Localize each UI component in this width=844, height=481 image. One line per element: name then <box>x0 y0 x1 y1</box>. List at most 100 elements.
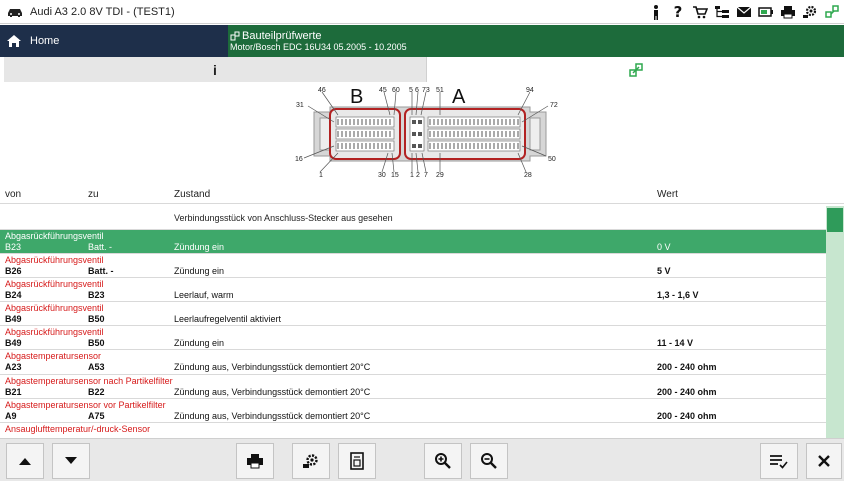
mail-icon[interactable] <box>736 4 752 20</box>
cell-wert: 5 V <box>657 266 671 277</box>
pin-label: 16 <box>295 156 303 163</box>
cell-von: B24 <box>5 290 22 301</box>
table-row[interactable]: Abgasrückführungsventil B49 B50 Leerlauf… <box>0 302 826 327</box>
component-name: Ansauglufttemperatur/-druck-Sensor <box>5 423 151 434</box>
battery-icon[interactable] <box>758 4 774 20</box>
pin-label: 30 <box>378 172 386 179</box>
scroll-up-button[interactable] <box>6 443 44 479</box>
cell-wert: 1,3 - 1,6 V <box>657 290 699 301</box>
scrollbar-thumb[interactable] <box>827 208 843 232</box>
component-name: Abgastemperatursensor nach Partikelfilte… <box>5 375 173 386</box>
pin-label: 6 <box>415 87 419 94</box>
module-header: Bauteilprüfwerte Motor/Bosch EDC 16U34 0… <box>228 25 844 57</box>
question-icon[interactable]: ? <box>670 3 686 21</box>
cell-wert: 11 - 14 V <box>657 338 694 349</box>
cell-von: B26 <box>5 266 22 277</box>
close-icon <box>818 455 830 467</box>
settings-icon[interactable] <box>802 4 818 20</box>
pin-label: 60 <box>392 87 400 94</box>
print-button[interactable] <box>236 443 274 479</box>
pin-label: 51 <box>436 87 444 94</box>
home-button[interactable]: Home <box>0 25 228 57</box>
module-title: Bauteilprüfwerte <box>242 30 322 42</box>
print-icon[interactable] <box>780 4 796 20</box>
pin-label: 50 <box>548 156 556 163</box>
zoom-out-button[interactable] <box>470 443 508 479</box>
home-label: Home <box>30 35 60 47</box>
connector-label-b: B <box>350 86 363 108</box>
table-header: von zu Zustand Wert <box>0 186 844 204</box>
cell-von: B49 <box>5 314 22 325</box>
bottom-toolbar <box>0 438 844 481</box>
zoom-in-button[interactable] <box>424 443 462 479</box>
list-check-button[interactable] <box>760 443 798 479</box>
tab-diagram[interactable] <box>427 57 844 82</box>
settings-button[interactable] <box>292 443 330 479</box>
connect-icon[interactable] <box>824 4 840 20</box>
title-bar: Audi A3 2.0 8V TDI - (TEST1) ? <box>0 0 844 24</box>
cell-von: A9 <box>5 410 17 421</box>
cell-wert: 200 - 240 ohm <box>657 410 717 421</box>
pin-label: 72 <box>550 102 558 109</box>
cell-wert: 200 - 240 ohm <box>657 386 717 397</box>
pin-label: 45 <box>379 87 387 94</box>
component-name: Abgasrückführungsventil <box>5 231 104 241</box>
component-name: Abgasrückführungsventil <box>5 279 104 290</box>
cell-von: B49 <box>5 338 22 349</box>
cell-wert: 0 V <box>657 242 671 252</box>
car-icon <box>6 5 24 19</box>
connector-label-a: A <box>452 86 466 108</box>
pin-label: 2 <box>416 172 420 179</box>
table-row[interactable]: Abgasrückführungsventil B49 B50 Zündung … <box>0 326 826 351</box>
column-header-zustand[interactable]: Zustand <box>174 189 210 200</box>
module-subtitle: Motor/Bosch EDC 16U34 05.2005 - 10.2005 <box>230 42 407 52</box>
module-icon <box>230 31 240 41</box>
person-icon[interactable] <box>648 4 664 20</box>
cart-icon[interactable] <box>692 4 708 20</box>
component-name: Abgasrückführungsventil <box>5 327 104 338</box>
cell-zustand: Zündung aus, Verbindungsstück demontiert… <box>174 386 371 397</box>
document-button[interactable] <box>338 443 376 479</box>
tab-info[interactable]: i <box>4 57 427 82</box>
table-row[interactable]: Abgasrückführungsventil B24 B23 Leerlauf… <box>0 278 826 303</box>
table-row[interactable]: Abgastemperatursensor A23 A53 Zündung au… <box>0 350 826 375</box>
tree-icon[interactable] <box>714 4 730 20</box>
column-header-zu[interactable]: zu <box>88 189 99 200</box>
table-row[interactable]: Abgasrückführungsventil B26 Batt. - Zünd… <box>0 254 826 279</box>
zoom-in-icon <box>435 453 451 469</box>
print-icon <box>247 454 263 469</box>
pin-label: 7 <box>424 172 428 179</box>
pin-label: 15 <box>391 172 399 179</box>
component-name: Abgastemperatursensor <box>5 351 102 362</box>
close-button[interactable] <box>806 443 842 479</box>
table-row[interactable]: Abgasrückführungsventil B23 Batt. - Zünd… <box>0 230 826 255</box>
table-row[interactable]: Abgastemperatursensor nach Partikelfilte… <box>0 375 826 399</box>
connector-diagram: B A 46 45 60 5 6 73 51 94 31 72 16 50 1 … <box>295 86 558 179</box>
component-name: Abgastemperatursensor vor Partikelfilter <box>5 399 166 410</box>
cell-zu: Batt. - <box>88 266 114 277</box>
pin-label: 94 <box>526 87 534 94</box>
cell-zu: B50 <box>88 314 105 325</box>
pin-label: 1 <box>410 172 414 179</box>
scroll-down-button[interactable] <box>52 443 90 479</box>
cell-zu: Batt. - <box>88 242 113 252</box>
list-check-icon <box>770 455 788 469</box>
cell-von: A23 <box>5 362 22 373</box>
column-header-von[interactable]: von <box>5 189 21 200</box>
table-row[interactable]: Abgastemperatursensor vor Partikelfilter… <box>0 399 826 423</box>
pin-label: 5 <box>409 87 413 94</box>
app-window: Audi A3 2.0 8V TDI - (TEST1) ? Home Baut… <box>0 0 844 481</box>
cell-wert: 200 - 240 ohm <box>657 362 717 373</box>
cell-von: B23 <box>5 242 22 252</box>
cell-zu: B50 <box>88 338 105 349</box>
vertical-scrollbar[interactable] <box>826 206 844 438</box>
values-table: Verbindungsstück von Anschluss-Stecker a… <box>0 206 826 438</box>
arrow-up-icon <box>19 458 31 465</box>
header-bar: Home Bauteilprüfwerte Motor/Bosch EDC 16… <box>0 25 844 57</box>
home-icon <box>7 35 21 47</box>
window-title: Audi A3 2.0 8V TDI - (TEST1) <box>30 5 175 18</box>
table-row[interactable]: Ansauglufttemperatur/-druck-Sensor <box>0 423 826 438</box>
pin-label: 31 <box>296 102 304 109</box>
column-header-wert[interactable]: Wert <box>657 189 678 200</box>
table-note: Verbindungsstück von Anschluss-Stecker a… <box>0 206 826 230</box>
